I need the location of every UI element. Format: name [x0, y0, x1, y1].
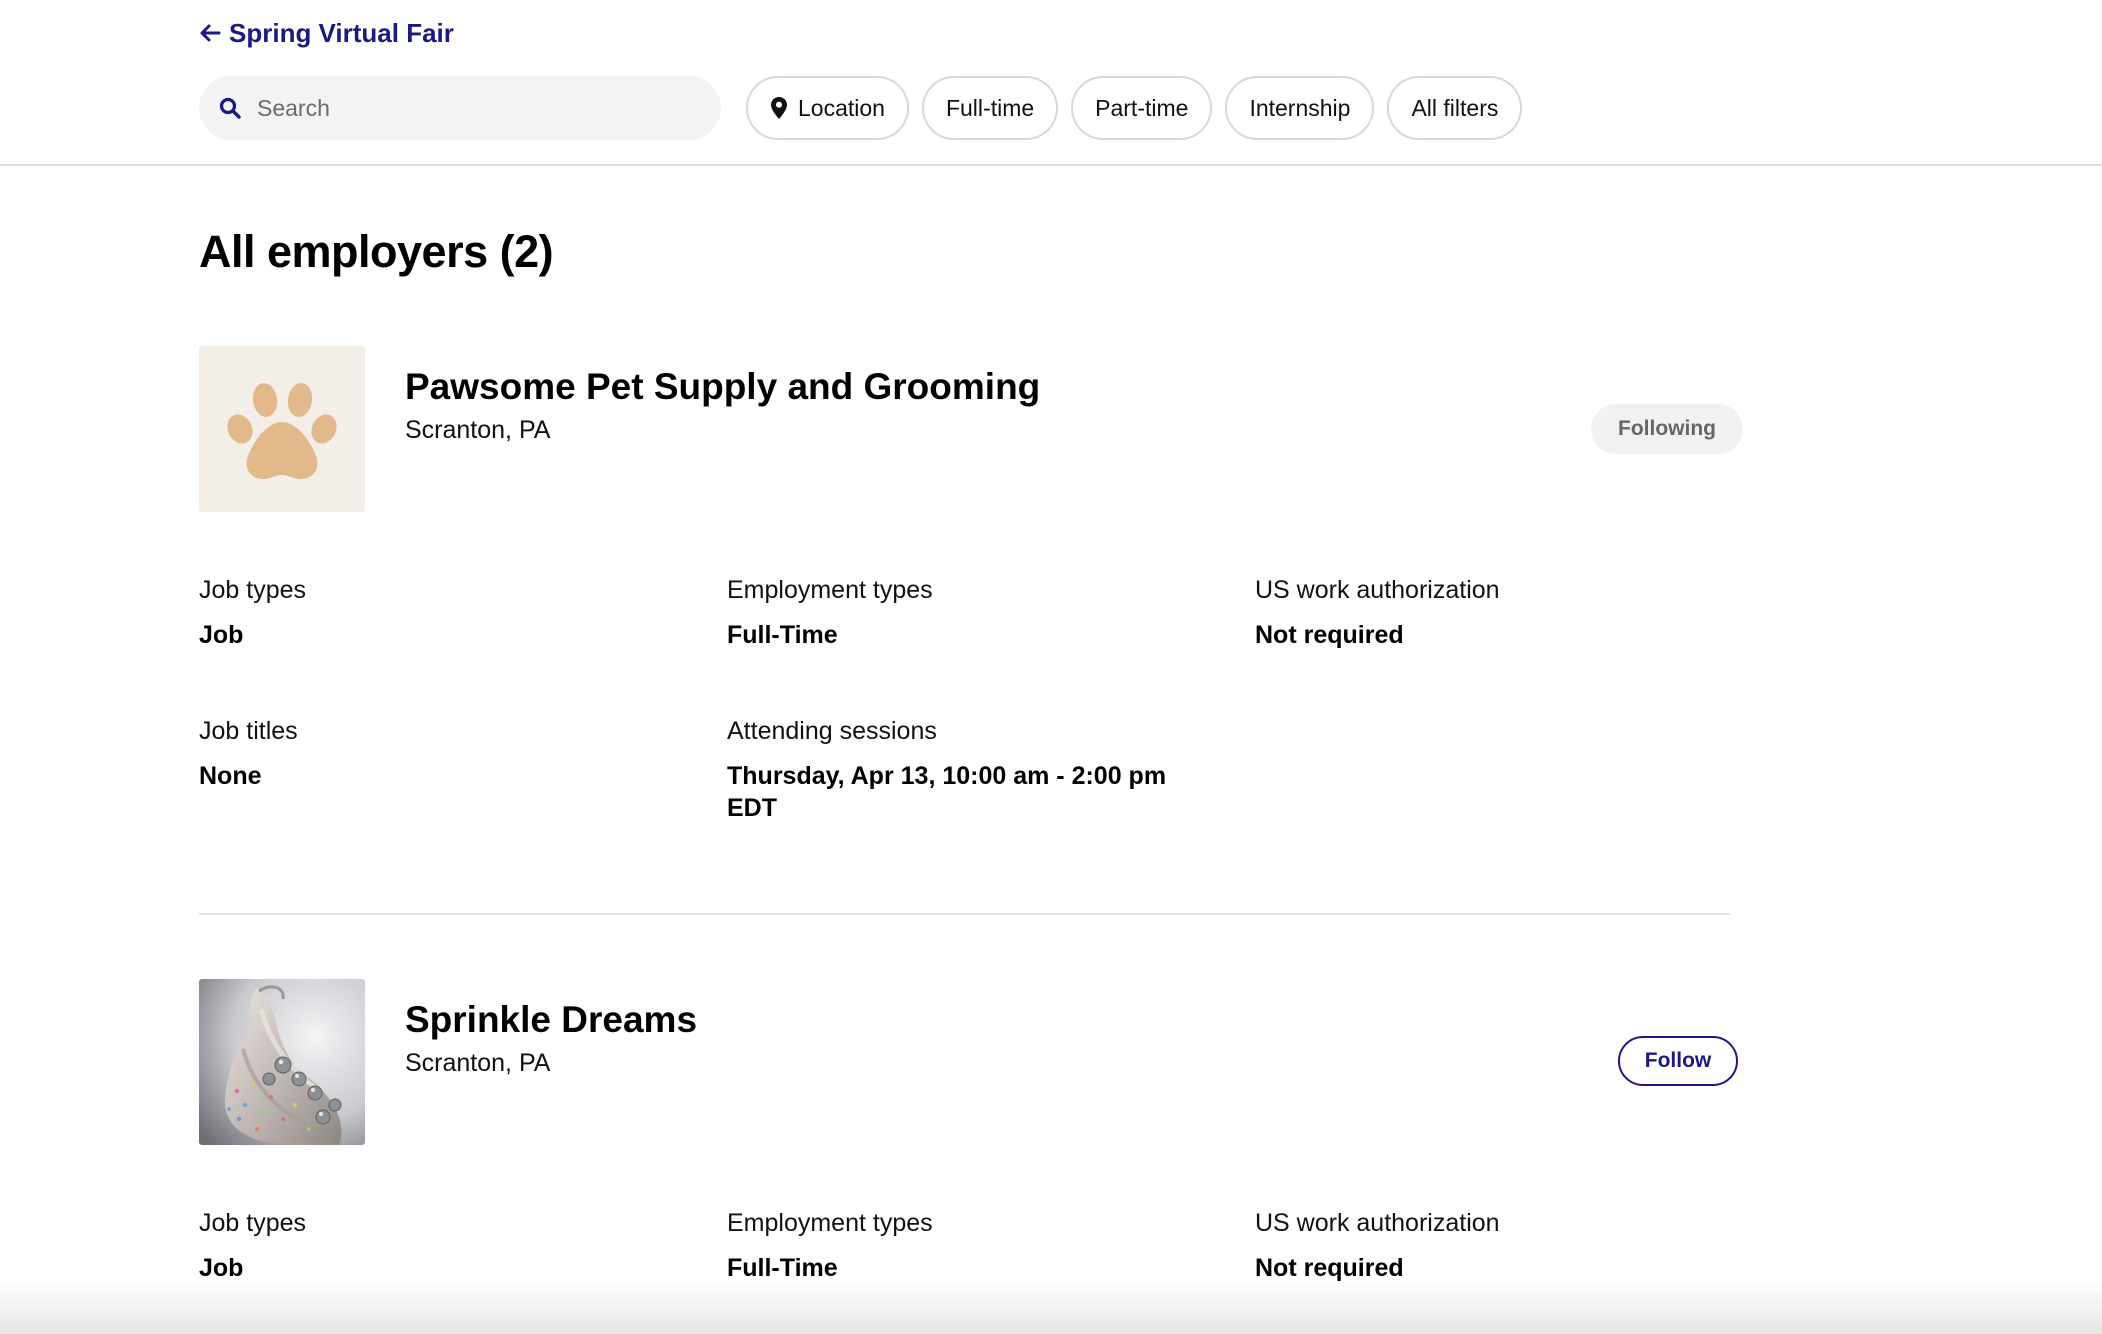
- employment-types-field: Employment types Full-Time: [727, 1207, 1227, 1284]
- employer-location: Scranton, PA: [405, 416, 551, 444]
- job-titles-field: Job titles None: [199, 715, 699, 792]
- job-types-label: Job types: [199, 576, 307, 604]
- job-types-value: Job: [199, 621, 244, 649]
- full-time-filter[interactable]: Full-time: [921, 76, 1059, 140]
- internship-filter[interactable]: Internship: [1225, 76, 1375, 140]
- arrow-left-icon: [200, 24, 221, 42]
- employer-logo[interactable]: [199, 346, 365, 512]
- part-time-filter-label: Part-time: [1095, 94, 1189, 121]
- top-bar: Spring Virtual Fair Location Full-time P…: [0, 0, 2102, 166]
- job-types-label: Job types: [199, 1209, 307, 1237]
- job-types-field: Job types Job: [199, 1207, 699, 1284]
- all-filters-label: All filters: [1411, 94, 1499, 121]
- job-types-field: Job types Job: [199, 574, 699, 651]
- employer-name[interactable]: Pawsome Pet Supply and Grooming: [405, 366, 1040, 408]
- employment-types-label: Employment types: [727, 576, 933, 604]
- employer-divider: [199, 913, 1730, 915]
- employer-location: Scranton, PA: [405, 1049, 551, 1077]
- work-auth-label: US work authorization: [1255, 576, 1500, 604]
- search-input[interactable]: [255, 93, 699, 123]
- bottom-scroll-shadow: [0, 1280, 2102, 1334]
- back-link[interactable]: Spring Virtual Fair: [199, 14, 454, 52]
- sessions-label: Attending sessions: [727, 717, 937, 745]
- back-link-label: Spring Virtual Fair: [229, 17, 454, 48]
- employer-logo[interactable]: [199, 979, 365, 1145]
- work-auth-field: US work authorization Not required: [1255, 1207, 1755, 1284]
- sessions-field: Attending sessions Thursday, Apr 13, 10:…: [727, 715, 1217, 824]
- work-auth-value: Not required: [1255, 621, 1404, 649]
- page-title: All employers (2): [199, 226, 554, 277]
- employment-types-value: Full-Time: [727, 621, 838, 649]
- map-pin-icon: [771, 97, 787, 119]
- location-filter-label: Location: [798, 94, 885, 121]
- follow-button[interactable]: Follow: [1618, 1036, 1738, 1086]
- all-filters-button[interactable]: All filters: [1387, 76, 1523, 140]
- search-icon: [219, 97, 241, 119]
- frosting-photo: [199, 979, 365, 1145]
- employer-name[interactable]: Sprinkle Dreams: [405, 999, 697, 1041]
- part-time-filter[interactable]: Part-time: [1071, 76, 1213, 140]
- paw-icon: [227, 383, 337, 480]
- internship-filter-label: Internship: [1249, 94, 1351, 121]
- following-button[interactable]: Following: [1591, 404, 1743, 454]
- work-auth-label: US work authorization: [1255, 1209, 1500, 1237]
- job-titles-label: Job titles: [199, 717, 298, 745]
- full-time-filter-label: Full-time: [945, 94, 1035, 121]
- employment-types-label: Employment types: [727, 1209, 933, 1237]
- sessions-value: Thursday, Apr 13, 10:00 am - 2:00 pm EDT: [727, 762, 1167, 822]
- filter-chips: Location Full-time Part-time Internship …: [746, 76, 1523, 140]
- work-auth-field: US work authorization Not required: [1255, 574, 1755, 651]
- search-box[interactable]: [199, 76, 721, 140]
- job-titles-value: None: [199, 762, 262, 790]
- employment-types-field: Employment types Full-Time: [727, 574, 1227, 651]
- location-filter[interactable]: Location: [746, 76, 909, 140]
